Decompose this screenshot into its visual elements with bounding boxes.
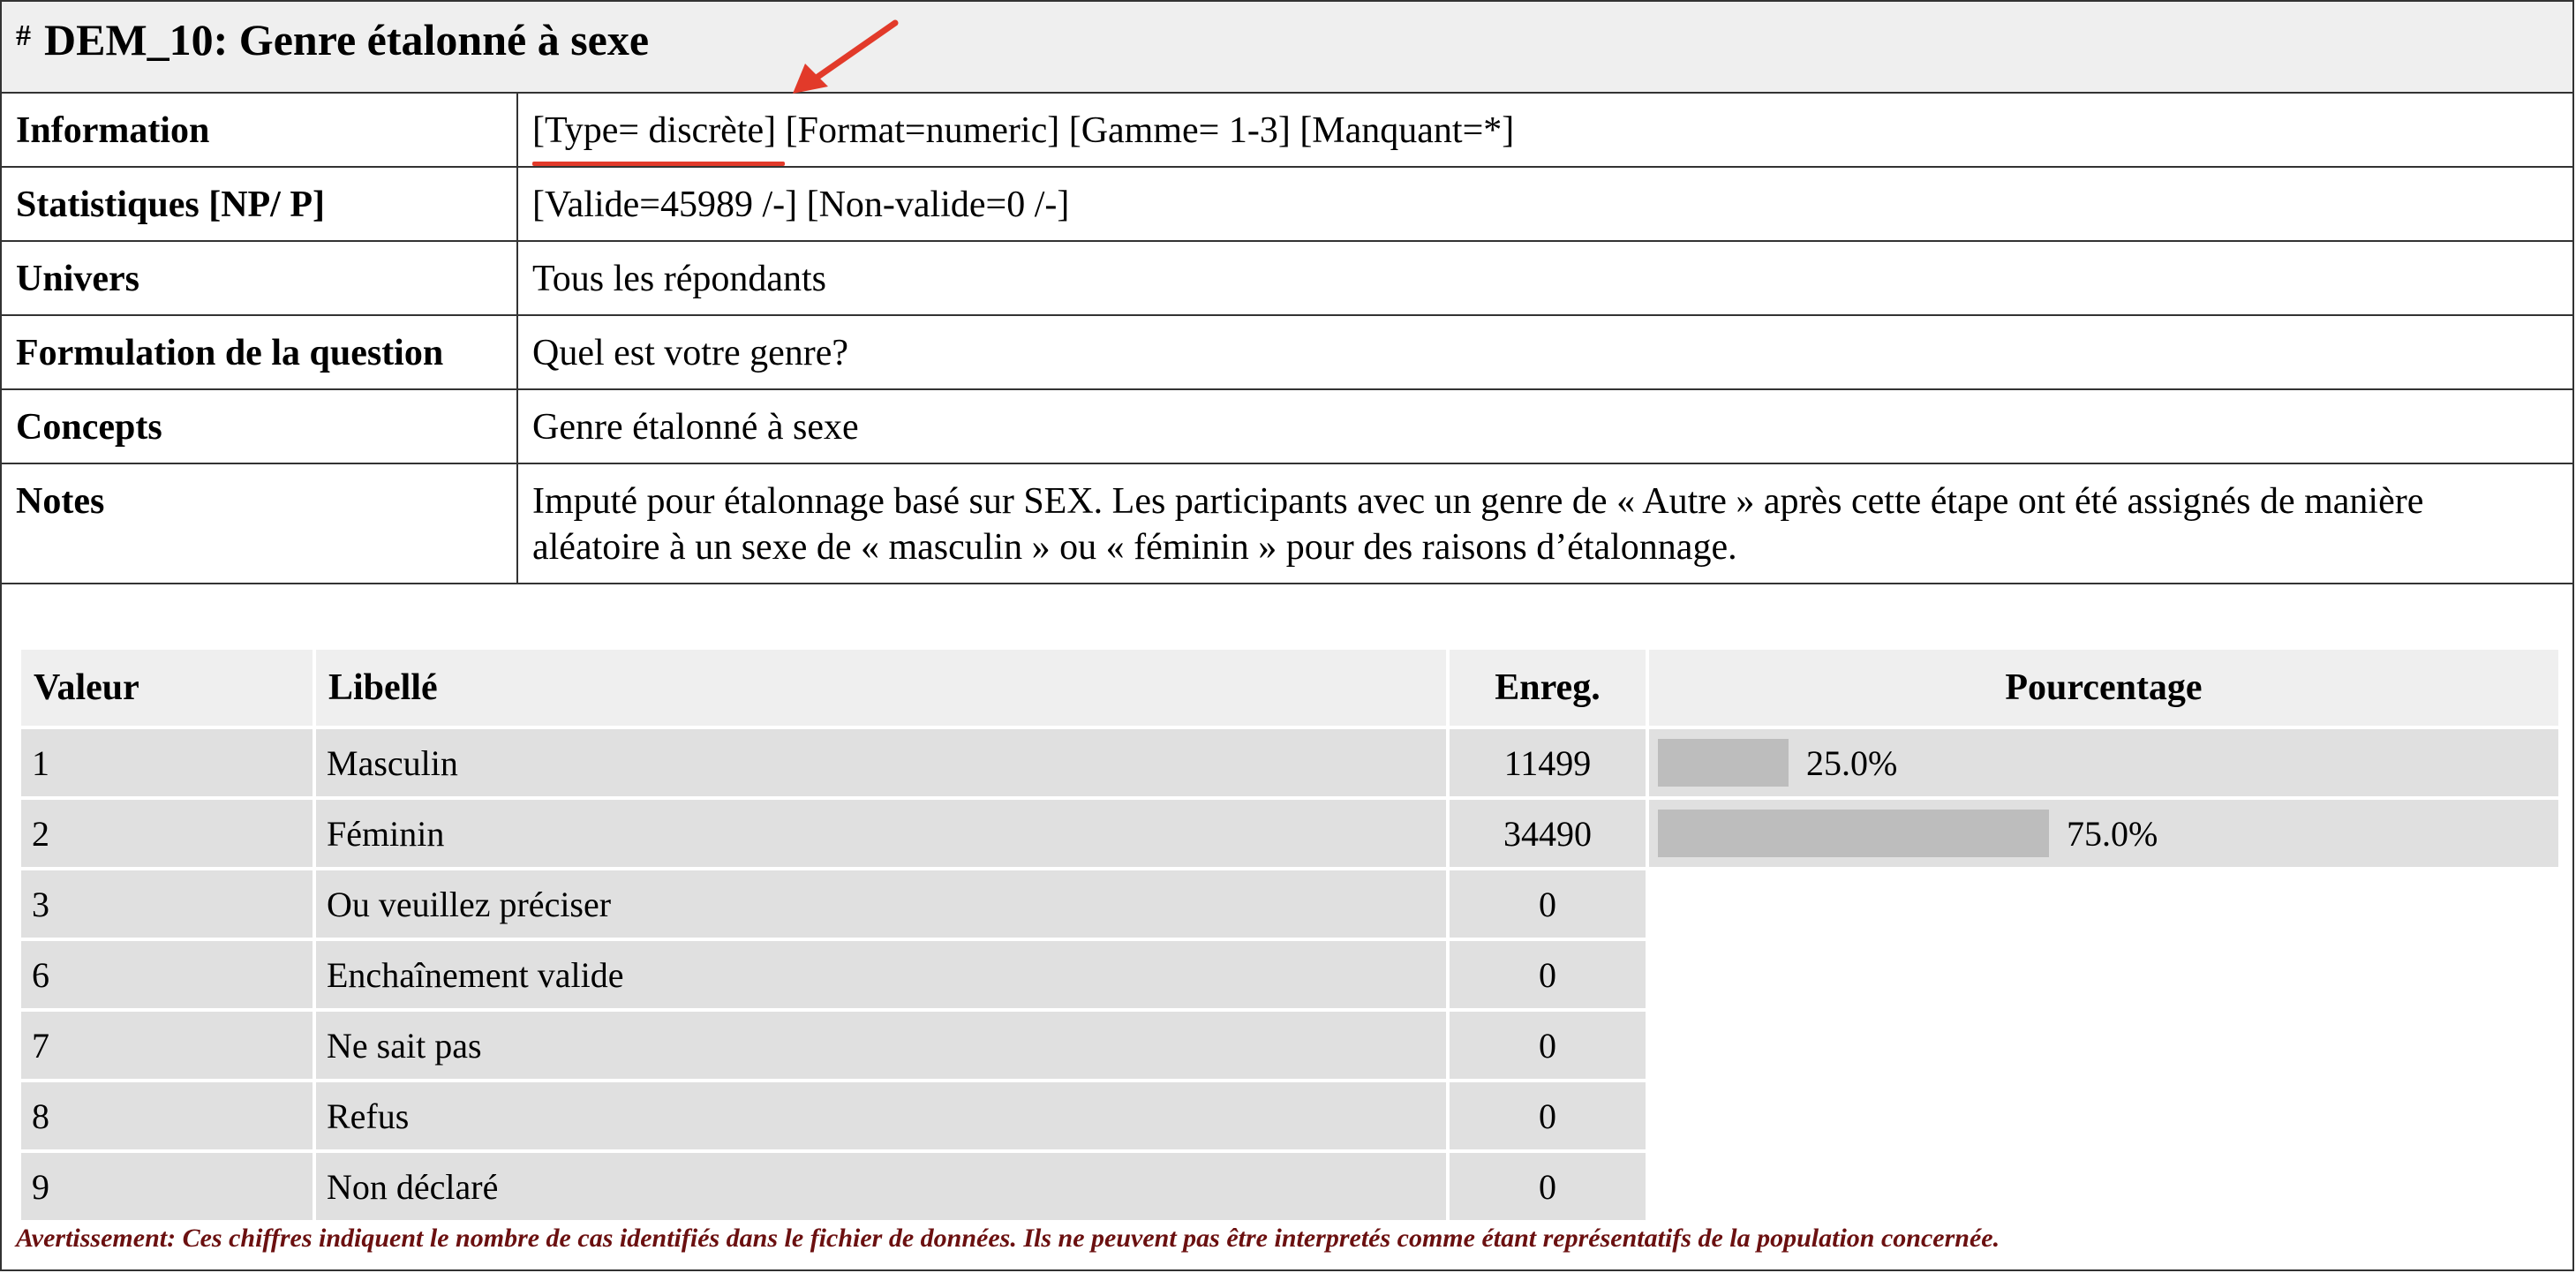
cell-enreg: 0: [1450, 1153, 1646, 1220]
info-value: [Type= discrète] [Format=numeric] [Gamme…: [517, 94, 2572, 168]
table-row: 9 Non déclaré 0: [21, 1153, 2558, 1220]
cell-valeur: 1: [21, 729, 313, 796]
table-row: 6 Enchaînement valide 0: [21, 941, 2558, 1008]
cell-libelle: Enchaînement valide: [316, 941, 1446, 1008]
cell-valeur: 6: [21, 941, 313, 1008]
cell-libelle: Masculin: [316, 729, 1446, 796]
percentage-label: 25.0%: [1806, 742, 1898, 783]
cell-empty: [1649, 1082, 2558, 1149]
info-label: Statistiques [NP/ P]: [2, 167, 518, 242]
frequency-header-row: Valeur Libellé Enreg. Pourcentage: [21, 650, 2558, 726]
cell-libelle: Ou veuillez préciser: [316, 870, 1446, 938]
header-pourcentage: Pourcentage: [1649, 650, 2558, 726]
cell-pourcentage: 75.0%: [1649, 800, 2558, 867]
percentage-bar: [1658, 739, 1789, 787]
table-row: 7 Ne sait pas 0: [21, 1012, 2558, 1079]
info-label: Concepts: [2, 389, 518, 464]
percentage-label: 75.0%: [2067, 813, 2158, 854]
cell-enreg: 0: [1450, 870, 1646, 938]
table-row: 2 Féminin 34490 75.0%: [21, 800, 2558, 867]
info-label: Information: [2, 94, 518, 168]
info-label: Univers: [2, 241, 518, 316]
table-row: 8 Refus 0: [21, 1082, 2558, 1149]
info-table: Information [Type= discrète] [Format=num…: [2, 94, 2572, 584]
title-bar: # DEM_10: Genre étalonné à sexe: [2, 2, 2572, 94]
cell-valeur: 3: [21, 870, 313, 938]
info-row-question: Formulation de la question Quel est votr…: [2, 315, 2572, 390]
info-row-information: Information [Type= discrète] [Format=num…: [2, 94, 2572, 168]
info-label: Notes: [2, 463, 518, 584]
cell-valeur: 7: [21, 1012, 313, 1079]
cell-valeur: 9: [21, 1153, 313, 1220]
cell-libelle: Refus: [316, 1082, 1446, 1149]
cell-enreg: 0: [1450, 1012, 1646, 1079]
cell-pourcentage: 25.0%: [1649, 729, 2558, 796]
table-row: 1 Masculin 11499 25.0%: [21, 729, 2558, 796]
percentage-bar: [1658, 810, 2049, 857]
cell-valeur: 2: [21, 800, 313, 867]
info-value: Imputé pour étalonnage basé sur SEX. Les…: [517, 463, 2572, 584]
type-value: [Type= discrète]: [532, 110, 777, 151]
header-valeur: Valeur: [21, 650, 313, 726]
cell-enreg: 11499: [1450, 729, 1646, 796]
frequency-table: Valeur Libellé Enreg. Pourcentage 1 Masc…: [18, 646, 2562, 1224]
info-value: Quel est votre genre?: [517, 315, 2572, 390]
cell-empty: [1649, 1153, 2558, 1220]
info-row-statistics: Statistiques [NP/ P] [Valide=45989 /-] […: [2, 167, 2572, 242]
cell-libelle: Non déclaré: [316, 1153, 1446, 1220]
cell-enreg: 34490: [1450, 800, 1646, 867]
warning-note: Avertissement: Ces chiffres indiquent le…: [16, 1224, 2000, 1253]
anchor-hash[interactable]: #: [16, 19, 31, 53]
info-label: Formulation de la question: [2, 315, 518, 390]
cell-libelle: Ne sait pas: [316, 1012, 1446, 1079]
info-value: Genre étalonné à sexe: [517, 389, 2572, 464]
info-row-notes: Notes Imputé pour étalonnage basé sur SE…: [2, 463, 2572, 584]
cell-libelle: Féminin: [316, 800, 1446, 867]
header-libelle: Libellé: [316, 650, 1446, 726]
cell-enreg: 0: [1450, 941, 1646, 1008]
format-range-missing: [Format=numeric] [Gamme= 1-3] [Manquant=…: [776, 110, 1515, 151]
red-arrow-icon: [793, 19, 899, 94]
info-value: Tous les répondants: [517, 241, 2572, 316]
red-underline-annotation: [532, 162, 786, 166]
header-enreg: Enreg.: [1450, 650, 1646, 726]
cell-empty: [1649, 941, 2558, 1008]
info-row-universe: Univers Tous les répondants: [2, 241, 2572, 316]
page-title: DEM_10: Genre étalonné à sexe: [44, 15, 650, 64]
variable-card: # DEM_10: Genre étalonné à sexe Informat…: [0, 0, 2574, 1271]
cell-valeur: 8: [21, 1082, 313, 1149]
info-value: [Valide=45989 /-] [Non-valide=0 /-]: [517, 167, 2572, 242]
table-row: 3 Ou veuillez préciser 0: [21, 870, 2558, 938]
type-highlight: [Type= discrète]: [532, 108, 786, 166]
info-row-concepts: Concepts Genre étalonné à sexe: [2, 389, 2572, 464]
cell-empty: [1649, 1012, 2558, 1079]
cell-enreg: 0: [1450, 1082, 1646, 1149]
cell-empty: [1649, 870, 2558, 938]
